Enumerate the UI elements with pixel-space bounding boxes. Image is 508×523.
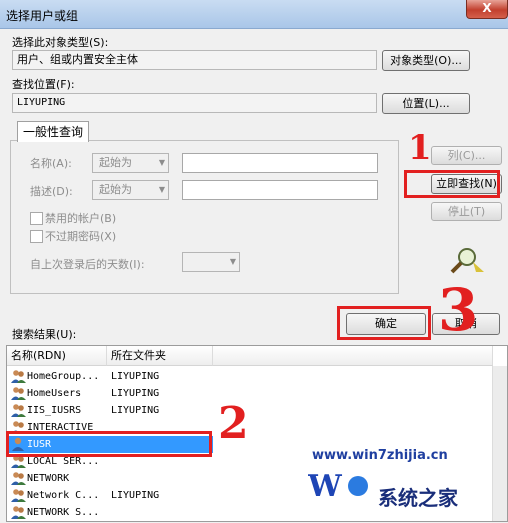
annotation-number-one: 1 xyxy=(408,128,432,168)
annotation-number-two: 2 xyxy=(218,398,249,449)
row-name: Network C... xyxy=(27,490,100,501)
group-icon xyxy=(11,488,26,502)
chevron-down-icon: ▼ xyxy=(158,158,165,167)
days-since-login-select[interactable]: ▼ xyxy=(182,252,240,272)
days-since-login-label: 自上次登录后的天数(I): xyxy=(30,258,145,271)
name-label: 名称(A): xyxy=(30,157,72,170)
name-input[interactable] xyxy=(182,153,378,173)
table-row[interactable]: NETWORK xyxy=(7,470,213,487)
description-mode-value: 起始为 xyxy=(99,183,132,196)
group-icon xyxy=(11,369,26,383)
window-title: 选择用户或组 xyxy=(6,9,79,23)
group-icon xyxy=(11,386,26,400)
object-types-button[interactable]: 对象类型(O)... xyxy=(382,50,470,71)
column-header-name[interactable]: 名称(RDN) xyxy=(7,346,107,366)
table-row[interactable]: HomeUsers LIYUPING xyxy=(7,385,213,402)
close-icon: X xyxy=(482,1,492,15)
search-results-label: 搜索结果(U): xyxy=(12,328,77,341)
column-header-filler xyxy=(213,346,493,366)
row-name: IIS_IUSRS xyxy=(27,405,82,416)
disabled-accounts-checkbox[interactable] xyxy=(30,212,43,225)
locations-button[interactable]: 位置(L)... xyxy=(382,93,470,114)
column-header-folder[interactable]: 所在文件夹 xyxy=(107,346,213,366)
row-name: HomeUsers xyxy=(27,388,82,399)
object-type-label: 选择此对象类型(S): xyxy=(12,36,109,49)
row-folder: LIYUPING xyxy=(111,371,160,382)
row-folder: LIYUPING xyxy=(111,388,160,399)
row-folder: LIYUPING xyxy=(111,490,160,501)
chevron-down-icon: ▼ xyxy=(229,257,236,266)
table-row[interactable]: NETWORK S... xyxy=(7,504,213,521)
search-magnifier-icon xyxy=(450,248,484,274)
description-label: 描述(D): xyxy=(30,185,73,198)
table-row[interactable]: IIS_IUSRS LIYUPING xyxy=(7,402,213,419)
non-expiring-password-label: 不过期密码(X) xyxy=(45,230,117,243)
close-button[interactable]: X xyxy=(466,0,508,19)
annotation-box-ok xyxy=(337,306,431,340)
stop-button[interactable]: 停止(T) xyxy=(431,202,502,221)
disabled-accounts-label: 禁用的帐户(B) xyxy=(45,212,117,225)
location-label: 查找位置(F): xyxy=(12,78,75,91)
annotation-box-find-now xyxy=(404,170,500,198)
annotation-box-iusr xyxy=(6,431,212,457)
title-bar: 选择用户或组 X xyxy=(0,0,508,29)
object-type-field: 用户、组或内置安全主体 xyxy=(12,50,377,70)
table-row[interactable]: HomeGroup... LIYUPING xyxy=(7,368,213,385)
vertical-scrollbar[interactable] xyxy=(492,366,507,521)
row-name: HomeGroup... xyxy=(27,371,100,382)
watermark-brand: 系统之家 xyxy=(378,486,458,510)
description-input[interactable] xyxy=(182,180,378,200)
svg-text:W: W xyxy=(308,469,343,502)
watermark-site: www.win7zhijia.cn xyxy=(312,448,448,463)
row-name: NETWORK S... xyxy=(27,507,100,518)
location-field: LIYUPING xyxy=(12,93,377,113)
annotation-number-three: 3 xyxy=(438,276,479,344)
columns-button[interactable]: 列(C)... xyxy=(431,146,502,165)
non-expiring-password-checkbox[interactable] xyxy=(30,230,43,243)
windows-logo-icon: W xyxy=(308,469,368,502)
chevron-down-icon: ▼ xyxy=(158,185,165,194)
tab-connector xyxy=(18,140,86,142)
description-mode-select[interactable]: 起始为 ▼ xyxy=(92,180,169,200)
group-icon xyxy=(11,471,26,485)
group-icon xyxy=(11,403,26,417)
name-mode-select[interactable]: 起始为 ▼ xyxy=(92,153,169,173)
tab-general-query[interactable]: 一般性查询 xyxy=(17,121,89,142)
table-row[interactable]: Network C... LIYUPING xyxy=(7,487,213,504)
group-icon xyxy=(11,505,26,519)
name-mode-value: 起始为 xyxy=(99,156,132,169)
row-name: NETWORK xyxy=(27,473,70,484)
row-folder: LIYUPING xyxy=(111,405,160,416)
